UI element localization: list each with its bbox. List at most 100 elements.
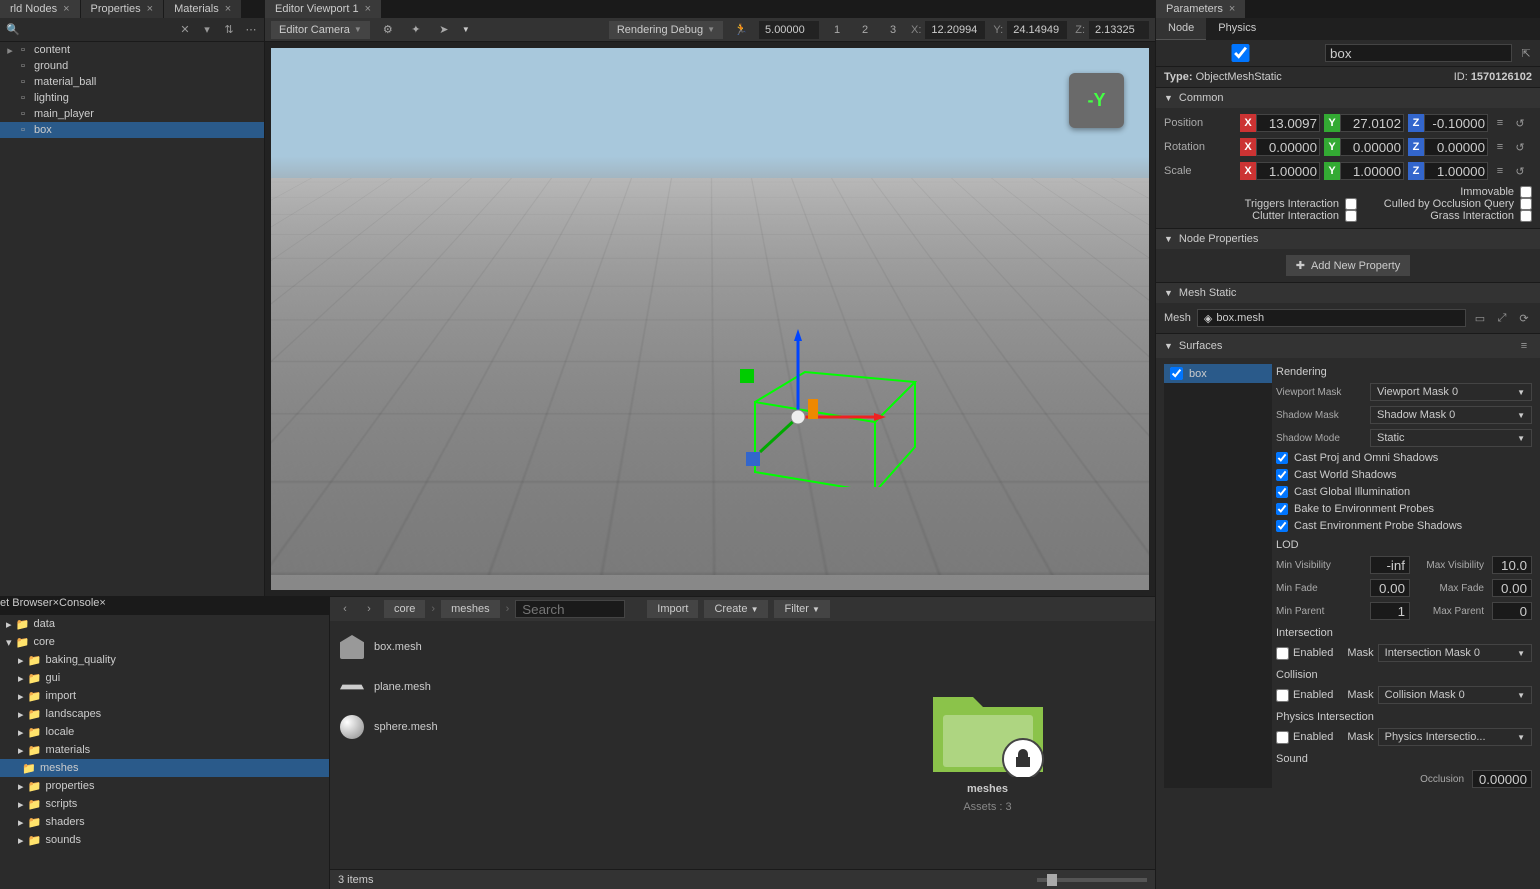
close-icon[interactable]: × <box>99 597 105 609</box>
cast-gi-checkbox[interactable] <box>1276 486 1288 498</box>
tab-materials[interactable]: Materials× <box>164 0 241 18</box>
nav-fwd-icon[interactable]: › <box>360 600 378 618</box>
folder-item-selected[interactable]: 📁meshes <box>0 759 329 777</box>
file-item[interactable]: sphere.mesh <box>330 707 820 747</box>
tab-properties[interactable]: Properties× <box>81 0 164 18</box>
min-fade[interactable] <box>1370 579 1410 597</box>
folder-item[interactable]: ▾📁core <box>0 633 329 651</box>
max-parent[interactable] <box>1492 602 1532 620</box>
menu-icon[interactable]: ≡ <box>1516 338 1532 354</box>
sound-occlusion[interactable] <box>1472 770 1532 788</box>
tree-item-selected[interactable]: ▫box <box>0 122 264 138</box>
grass-checkbox[interactable] <box>1520 210 1532 222</box>
folder-item[interactable]: ▸📁import <box>0 687 329 705</box>
triggers-checkbox[interactable] <box>1345 198 1357 210</box>
viewport-mask-dropdown[interactable]: Viewport Mask 0▼ <box>1370 383 1532 401</box>
max-vis[interactable] <box>1492 556 1532 574</box>
physics-int-enabled[interactable] <box>1276 731 1289 744</box>
tree-item[interactable]: ▫ground <box>0 58 264 74</box>
folder-item[interactable]: ▸📁baking_quality <box>0 651 329 669</box>
filter-icon[interactable]: ▾ <box>198 21 216 39</box>
tab-world-nodes[interactable]: rld Nodes× <box>0 0 80 18</box>
close-icon[interactable]: × <box>1229 3 1235 15</box>
speed-preset-1[interactable]: 1 <box>827 21 847 39</box>
gear-icon[interactable]: ⚙ <box>378 21 398 39</box>
add-icon[interactable]: ✦ <box>406 21 426 39</box>
max-fade[interactable] <box>1492 579 1532 597</box>
cast-world-checkbox[interactable] <box>1276 469 1288 481</box>
pos-y[interactable] <box>1340 114 1404 132</box>
tab-viewport[interactable]: Editor Viewport 1× <box>265 0 381 18</box>
pos-z[interactable] <box>1424 114 1488 132</box>
search-input[interactable] <box>515 600 625 618</box>
cast-proj-checkbox[interactable] <box>1276 452 1288 464</box>
locate-icon[interactable]: ⤢ <box>1494 310 1510 326</box>
section-node-properties[interactable]: ▼Node Properties <box>1156 229 1540 249</box>
reload-icon[interactable]: ⟳ <box>1516 310 1532 326</box>
section-common[interactable]: ▼Common <box>1156 88 1540 108</box>
axis-widget[interactable]: -Y <box>1069 73 1124 128</box>
section-mesh-static[interactable]: ▼Mesh Static <box>1156 283 1540 303</box>
section-surfaces[interactable]: ▼Surfaces≡ <box>1156 334 1540 358</box>
bake-env-checkbox[interactable] <box>1276 503 1288 515</box>
folder-item[interactable]: ▸📁materials <box>0 741 329 759</box>
tree-item[interactable]: ▸▫content <box>0 42 264 58</box>
create-button[interactable]: Create ▼ <box>704 600 768 618</box>
add-property-button[interactable]: ✚Add New Property <box>1286 255 1410 276</box>
close-icon[interactable]: × <box>147 3 153 15</box>
speed-preset-3[interactable]: 3 <box>883 21 903 39</box>
close-icon[interactable]: ✕ <box>176 21 194 39</box>
breadcrumb[interactable]: core <box>384 600 425 618</box>
enabled-checkbox[interactable] <box>1162 44 1319 62</box>
collision-enabled[interactable] <box>1276 689 1289 702</box>
tree-item[interactable]: ▫main_player <box>0 106 264 122</box>
object-name-input[interactable] <box>1325 44 1512 62</box>
options-icon[interactable]: ⋯ <box>242 21 260 39</box>
scale-y[interactable] <box>1340 162 1404 180</box>
file-item[interactable]: plane.mesh <box>330 667 820 707</box>
search-icon[interactable]: 🔍 <box>4 21 22 39</box>
folder-item[interactable]: ▸📁landscapes <box>0 705 329 723</box>
folder-item[interactable]: ▸📁data <box>0 615 329 633</box>
tab-asset-browser[interactable]: et Browser× <box>0 597 59 615</box>
import-button[interactable]: Import <box>647 600 698 618</box>
tree-item[interactable]: ▫material_ball <box>0 74 264 90</box>
folder-item[interactable]: ▸📁sounds <box>0 831 329 849</box>
scale-x[interactable] <box>1256 162 1320 180</box>
file-item[interactable]: box.mesh <box>330 627 820 667</box>
reset-icon[interactable]: ↺ <box>1512 139 1528 155</box>
speed-field[interactable]: 5.00000 <box>759 21 819 39</box>
intersection-mask[interactable]: Intersection Mask 0▼ <box>1378 644 1532 662</box>
intersection-enabled[interactable] <box>1276 647 1289 660</box>
tab-physics[interactable]: Physics <box>1206 18 1268 40</box>
locate-icon[interactable]: ⇱ <box>1518 45 1534 61</box>
min-vis[interactable] <box>1370 556 1410 574</box>
folder-item[interactable]: ▸📁gui <box>0 669 329 687</box>
folder-item[interactable]: ▸📁scripts <box>0 795 329 813</box>
pos-x[interactable] <box>1256 114 1320 132</box>
browse-icon[interactable]: ▭ <box>1472 310 1488 326</box>
shadow-mode-dropdown[interactable]: Static▼ <box>1370 429 1532 447</box>
coord-x[interactable]: 12.20994 <box>925 21 985 39</box>
run-icon[interactable]: 🏃 <box>731 21 751 39</box>
camera-move-icon[interactable]: ➤ <box>434 21 454 39</box>
immovable-checkbox[interactable] <box>1520 186 1532 198</box>
min-parent[interactable] <box>1370 602 1410 620</box>
physics-int-mask[interactable]: Physics Intersectio...▼ <box>1378 728 1532 746</box>
rendering-debug-dropdown[interactable]: Rendering Debug▼ <box>609 21 723 39</box>
close-icon[interactable]: × <box>225 3 231 15</box>
folder-item[interactable]: ▸📁shaders <box>0 813 329 831</box>
sort-icon[interactable]: ⇅ <box>220 21 238 39</box>
cast-env-checkbox[interactable] <box>1276 520 1288 532</box>
camera-dropdown[interactable]: Editor Camera▼ <box>271 21 370 39</box>
nav-back-icon[interactable]: ‹ <box>336 600 354 618</box>
viewport-3d[interactable]: -Y <box>271 48 1149 590</box>
menu-icon[interactable]: ≡ <box>1492 163 1508 179</box>
coord-z[interactable]: 2.13325 <box>1089 21 1149 39</box>
scale-z[interactable] <box>1424 162 1488 180</box>
reset-icon[interactable]: ↺ <box>1512 115 1528 131</box>
occlusion-checkbox[interactable] <box>1520 198 1532 210</box>
close-icon[interactable]: × <box>365 3 371 15</box>
surface-item[interactable]: box <box>1164 364 1272 383</box>
tab-node[interactable]: Node <box>1156 18 1206 40</box>
